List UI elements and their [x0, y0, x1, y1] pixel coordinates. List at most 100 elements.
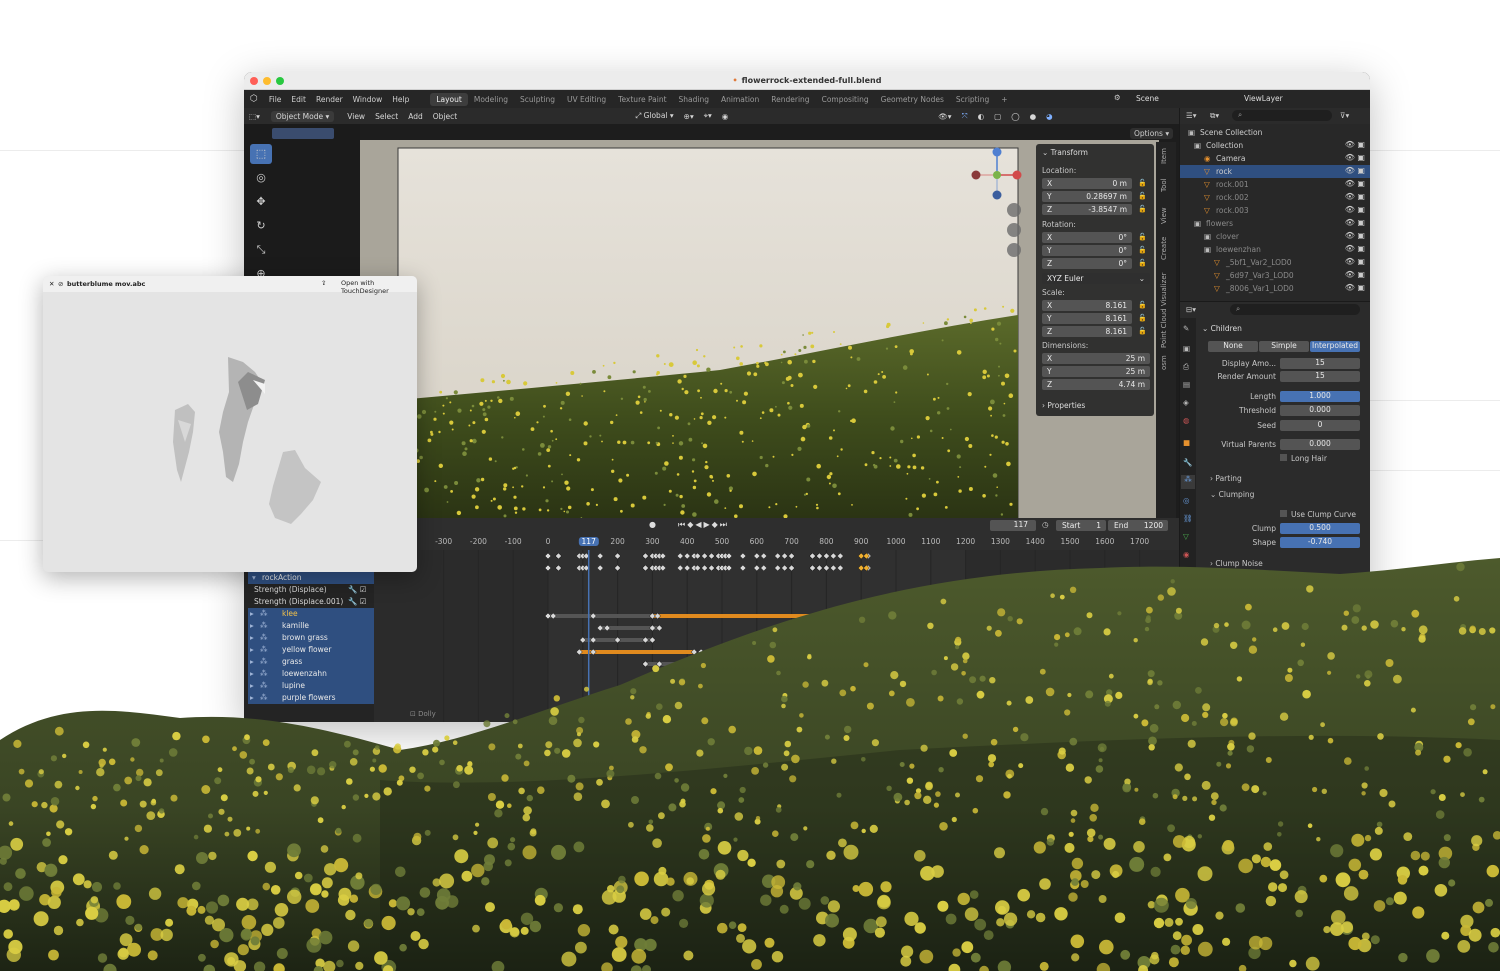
object-tab-icon[interactable]: ■	[1183, 438, 1190, 447]
lock-icon[interactable]: 🔓	[1138, 314, 1147, 322]
transform-header[interactable]: ⌄ Transform	[1042, 148, 1088, 157]
visibility-icon[interactable]: 👁 ▣	[1345, 231, 1365, 240]
outliner-row[interactable]: ▽ rock 👁 ▣	[1180, 165, 1370, 178]
select-box-tool-icon[interactable]: ⬚	[250, 144, 272, 164]
menu-select[interactable]: Select	[370, 111, 403, 122]
tab-compositing[interactable]: Compositing	[816, 93, 875, 106]
properties-header[interactable]: › Properties	[1042, 401, 1085, 410]
visibility-icon[interactable]: 👁 ▣	[1345, 257, 1365, 266]
gizmo-toggle-icon[interactable]: ⤧	[957, 110, 973, 122]
lock-icon[interactable]: 🔓	[1138, 259, 1147, 267]
search-icon[interactable]: ⌕	[1230, 304, 1360, 315]
virtual-parents-field[interactable]: 0.000	[1280, 439, 1360, 450]
add-workspace-button[interactable]: +	[995, 93, 1013, 106]
overlay-icon[interactable]: ◐	[973, 111, 990, 122]
outliner-row[interactable]: ◉ Camera 👁 ▣	[1180, 152, 1370, 165]
outliner-row[interactable]: ▽ rock.003 👁 ▣	[1180, 204, 1370, 217]
outliner-row[interactable]: ▽ _8006_Var1_LOD0 👁 ▣	[1180, 282, 1370, 295]
visibility-icon[interactable]: 👁 ▣	[1345, 166, 1365, 175]
menu-object[interactable]: Object	[428, 111, 462, 122]
tab-item[interactable]: Item	[1160, 148, 1168, 164]
outliner-row[interactable]: ▽ rock.002 👁 ▣	[1180, 191, 1370, 204]
visibility-icon[interactable]: 👁 ▣	[1345, 205, 1365, 214]
constraints-tab-icon[interactable]: ⛓	[1183, 514, 1193, 523]
search-icon[interactable]: ⌕	[1232, 110, 1332, 121]
mode-selector[interactable]: Object Mode ▾	[270, 110, 335, 122]
lock-icon[interactable]: 🔓	[1138, 233, 1147, 241]
transform-orientation[interactable]: ⤢ Global ▾	[630, 110, 678, 122]
tab-sculpting[interactable]: Sculpting	[514, 93, 561, 106]
display-amount-field[interactable]: 15	[1280, 358, 1360, 369]
length-field[interactable]: 1.000	[1280, 391, 1360, 402]
proportional-edit-icon[interactable]: ◉	[717, 111, 734, 122]
location-y-field[interactable]: Y 0.28697 m	[1042, 191, 1132, 202]
tab-tool[interactable]: Tool	[1160, 178, 1168, 192]
tab-point-cloud-visualizer[interactable]: Point Cloud Visualizer	[1160, 272, 1168, 348]
view-layer-selector[interactable]: ViewLayer	[1244, 94, 1283, 103]
threshold-field[interactable]: 0.000	[1280, 405, 1360, 416]
scale-x-field[interactable]: X 8.161	[1042, 300, 1132, 311]
share-icon[interactable]: ⇪	[321, 279, 326, 287]
location-x-field[interactable]: X 0 m	[1042, 178, 1132, 189]
tab-layout[interactable]: Layout	[430, 92, 468, 106]
outliner-row[interactable]: ▽ _5bf1_Var2_LOD0 👁 ▣	[1180, 256, 1370, 269]
tab-geometry-nodes[interactable]: Geometry Nodes	[875, 93, 950, 106]
clumping-header[interactable]: ⌄ Clumping	[1210, 490, 1254, 499]
children-header[interactable]: ⌄ Children	[1202, 324, 1242, 333]
outliner-row[interactable]: ▣ clover 👁 ▣	[1180, 230, 1370, 243]
dimensions-y-field[interactable]: Y 25 m	[1042, 366, 1150, 377]
visibility-icon[interactable]: 👁 ▣	[1345, 244, 1365, 253]
location-z-field[interactable]: Z -3.8547 m	[1042, 204, 1132, 215]
menu-help[interactable]: Help	[387, 95, 414, 104]
scene-selector[interactable]: Scene	[1136, 94, 1159, 103]
clock-icon[interactable]: ◷	[1042, 520, 1049, 529]
filter-icon[interactable]: ⊽▾	[1340, 111, 1349, 120]
seed-field[interactable]: 0	[1280, 420, 1360, 431]
visibility-icon[interactable]: 👁 ▣	[1345, 192, 1365, 201]
tab-shading[interactable]: Shading	[673, 93, 715, 106]
visibility-icon[interactable]: 👁 ▣	[1345, 140, 1365, 149]
shading-wireframe-icon[interactable]: ◯	[1006, 111, 1024, 122]
tab-view[interactable]: View	[1160, 207, 1168, 224]
clump-field[interactable]: 0.500	[1280, 523, 1360, 534]
visibility-icon[interactable]: 👁▾	[933, 111, 956, 122]
long-hair-checkbox[interactable]: Long Hair	[1280, 454, 1327, 463]
close-icon[interactable]: ✕	[49, 280, 54, 288]
menu-view[interactable]: View	[342, 111, 370, 122]
visibility-icon[interactable]: 👁 ▣	[1345, 179, 1365, 188]
editor-type-icon[interactable]: ☰▾	[1186, 111, 1197, 120]
visibility-icon[interactable]: 👁 ▣	[1345, 218, 1365, 227]
start-frame-field[interactable]: Start 1	[1056, 520, 1106, 531]
tool-tab-icon[interactable]: ✎	[1183, 324, 1189, 333]
current-frame-field[interactable]: 117	[990, 520, 1036, 531]
outliner-row[interactable]: ▣ Collection 👁 ▣	[1180, 139, 1370, 152]
tab-animation[interactable]: Animation	[715, 93, 765, 106]
lock-icon[interactable]: 🔓	[1138, 205, 1147, 213]
shading-solid-icon[interactable]: ●	[1025, 111, 1042, 122]
lock-icon[interactable]: 🔓	[1138, 327, 1147, 335]
menu-render[interactable]: Render	[311, 95, 348, 104]
menu-file[interactable]: File	[264, 95, 287, 104]
child-mode-none[interactable]: None	[1208, 341, 1258, 352]
menu-window[interactable]: Window	[348, 95, 388, 104]
child-mode-simple[interactable]: Simple	[1259, 341, 1309, 352]
tab-modeling[interactable]: Modeling	[468, 93, 514, 106]
outliner-row[interactable]: ▣ loewenzhan 👁 ▣	[1180, 243, 1370, 256]
world-tab-icon[interactable]: ◍	[1183, 416, 1190, 425]
dimensions-x-field[interactable]: X 25 m	[1042, 353, 1150, 364]
rotate-tool-icon[interactable]: ↻	[250, 216, 272, 236]
tab-texture-paint[interactable]: Texture Paint	[612, 93, 672, 106]
lock-icon[interactable]: 🔓	[1138, 179, 1147, 187]
render-amount-field[interactable]: 15	[1280, 371, 1360, 382]
visibility-icon[interactable]: 👁 ▣	[1345, 270, 1365, 279]
pivot-icon[interactable]: ⊕▾	[679, 111, 699, 122]
snap-icon[interactable]: ⌖▾	[699, 110, 717, 122]
scale-z-field[interactable]: Z 8.161	[1042, 326, 1132, 337]
visibility-icon[interactable]: 👁 ▣	[1345, 283, 1365, 292]
dimensions-z-field[interactable]: Z 4.74 m	[1042, 379, 1150, 390]
use-clump-curve-checkbox[interactable]: Use Clump Curve	[1280, 510, 1356, 519]
rotation-mode-selector[interactable]: XYZ Euler ⌄	[1042, 273, 1150, 284]
visibility-icon[interactable]: 👁 ▣	[1345, 153, 1365, 162]
menu-edit[interactable]: Edit	[286, 95, 311, 104]
outliner-row-scene-collection[interactable]: ▣ Scene Collection	[1180, 126, 1370, 139]
